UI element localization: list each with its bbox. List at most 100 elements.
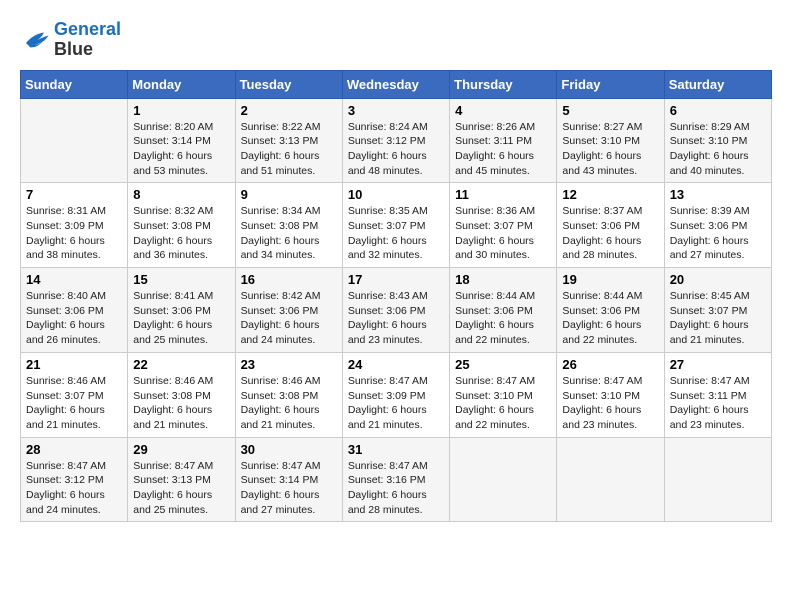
day-info: Sunrise: 8:34 AMSunset: 3:08 PMDaylight:… xyxy=(241,204,337,263)
day-info: Sunrise: 8:47 AMSunset: 3:10 PMDaylight:… xyxy=(562,374,658,433)
calendar-cell: 25 Sunrise: 8:47 AMSunset: 3:10 PMDayligh… xyxy=(450,352,557,437)
calendar-cell xyxy=(21,98,128,183)
day-info: Sunrise: 8:40 AMSunset: 3:06 PMDaylight:… xyxy=(26,289,122,348)
day-info: Sunrise: 8:47 AMSunset: 3:12 PMDaylight:… xyxy=(26,459,122,518)
day-number: 21 xyxy=(26,357,122,372)
day-number: 24 xyxy=(348,357,444,372)
calendar-week-2: 7 Sunrise: 8:31 AMSunset: 3:09 PMDaylight… xyxy=(21,183,772,268)
logo-text: GeneralBlue xyxy=(54,20,121,60)
day-number: 4 xyxy=(455,103,551,118)
weekday-header-friday: Friday xyxy=(557,70,664,98)
calendar-week-1: 1 Sunrise: 8:20 AMSunset: 3:14 PMDaylight… xyxy=(21,98,772,183)
day-info: Sunrise: 8:44 AMSunset: 3:06 PMDaylight:… xyxy=(455,289,551,348)
day-number: 31 xyxy=(348,442,444,457)
day-info: Sunrise: 8:32 AMSunset: 3:08 PMDaylight:… xyxy=(133,204,229,263)
day-number: 2 xyxy=(241,103,337,118)
day-info: Sunrise: 8:46 AMSunset: 3:08 PMDaylight:… xyxy=(241,374,337,433)
day-info: Sunrise: 8:22 AMSunset: 3:13 PMDaylight:… xyxy=(241,120,337,179)
day-number: 12 xyxy=(562,187,658,202)
calendar-cell: 1 Sunrise: 8:20 AMSunset: 3:14 PMDaylight… xyxy=(128,98,235,183)
day-info: Sunrise: 8:31 AMSunset: 3:09 PMDaylight:… xyxy=(26,204,122,263)
day-info: Sunrise: 8:27 AMSunset: 3:10 PMDaylight:… xyxy=(562,120,658,179)
day-info: Sunrise: 8:46 AMSunset: 3:07 PMDaylight:… xyxy=(26,374,122,433)
day-number: 15 xyxy=(133,272,229,287)
day-number: 8 xyxy=(133,187,229,202)
calendar-cell: 6 Sunrise: 8:29 AMSunset: 3:10 PMDaylight… xyxy=(664,98,771,183)
calendar-cell: 27Sunrise: 8:47 AMSunset: 3:11 PMDayligh… xyxy=(664,352,771,437)
day-number: 25 xyxy=(455,357,551,372)
calendar-header: SundayMondayTuesdayWednesdayThursdayFrid… xyxy=(21,70,772,98)
day-number: 3 xyxy=(348,103,444,118)
day-number: 19 xyxy=(562,272,658,287)
calendar-cell: 24 Sunrise: 8:47 AMSunset: 3:09 PMDayligh… xyxy=(342,352,449,437)
weekday-header-sunday: Sunday xyxy=(21,70,128,98)
calendar-week-4: 21 Sunrise: 8:46 AMSunset: 3:07 PMDayligh… xyxy=(21,352,772,437)
day-number: 1 xyxy=(133,103,229,118)
day-number: 5 xyxy=(562,103,658,118)
day-number: 13 xyxy=(670,187,766,202)
calendar-cell: 4 Sunrise: 8:26 AMSunset: 3:11 PMDaylight… xyxy=(450,98,557,183)
day-number: 22 xyxy=(133,357,229,372)
calendar-cell: 19Sunrise: 8:44 AMSunset: 3:06 PMDayligh… xyxy=(557,268,664,353)
calendar-cell: 23 Sunrise: 8:46 AMSunset: 3:08 PMDayligh… xyxy=(235,352,342,437)
calendar-cell: 30 Sunrise: 8:47 AMSunset: 3:14 PMDayligh… xyxy=(235,437,342,522)
day-info: Sunrise: 8:47 AMSunset: 3:09 PMDaylight:… xyxy=(348,374,444,433)
day-number: 18 xyxy=(455,272,551,287)
calendar-cell: 10 Sunrise: 8:35 AMSunset: 3:07 PMDayligh… xyxy=(342,183,449,268)
calendar-cell xyxy=(664,437,771,522)
day-number: 27 xyxy=(670,357,766,372)
calendar-cell: 20 Sunrise: 8:45 AMSunset: 3:07 PMDayligh… xyxy=(664,268,771,353)
weekday-header-row: SundayMondayTuesdayWednesdayThursdayFrid… xyxy=(21,70,772,98)
weekday-header-wednesday: Wednesday xyxy=(342,70,449,98)
weekday-header-thursday: Thursday xyxy=(450,70,557,98)
calendar-cell: 2 Sunrise: 8:22 AMSunset: 3:13 PMDaylight… xyxy=(235,98,342,183)
day-info: Sunrise: 8:36 AMSunset: 3:07 PMDaylight:… xyxy=(455,204,551,263)
day-number: 7 xyxy=(26,187,122,202)
calendar-cell: 17Sunrise: 8:43 AMSunset: 3:06 PMDayligh… xyxy=(342,268,449,353)
day-info: Sunrise: 8:45 AMSunset: 3:07 PMDaylight:… xyxy=(670,289,766,348)
day-info: Sunrise: 8:20 AMSunset: 3:14 PMDaylight:… xyxy=(133,120,229,179)
logo: GeneralBlue xyxy=(20,20,121,60)
day-info: Sunrise: 8:47 AMSunset: 3:14 PMDaylight:… xyxy=(241,459,337,518)
weekday-header-monday: Monday xyxy=(128,70,235,98)
calendar-week-5: 28 Sunrise: 8:47 AMSunset: 3:12 PMDayligh… xyxy=(21,437,772,522)
day-info: Sunrise: 8:39 AMSunset: 3:06 PMDaylight:… xyxy=(670,204,766,263)
calendar-cell: 5 Sunrise: 8:27 AMSunset: 3:10 PMDaylight… xyxy=(557,98,664,183)
day-number: 10 xyxy=(348,187,444,202)
day-number: 29 xyxy=(133,442,229,457)
calendar-body: 1 Sunrise: 8:20 AMSunset: 3:14 PMDaylight… xyxy=(21,98,772,522)
day-info: Sunrise: 8:43 AMSunset: 3:06 PMDaylight:… xyxy=(348,289,444,348)
day-number: 20 xyxy=(670,272,766,287)
day-info: Sunrise: 8:42 AMSunset: 3:06 PMDaylight:… xyxy=(241,289,337,348)
calendar-cell: 13 Sunrise: 8:39 AMSunset: 3:06 PMDayligh… xyxy=(664,183,771,268)
day-number: 16 xyxy=(241,272,337,287)
calendar-cell: 8 Sunrise: 8:32 AMSunset: 3:08 PMDaylight… xyxy=(128,183,235,268)
day-info: Sunrise: 8:41 AMSunset: 3:06 PMDaylight:… xyxy=(133,289,229,348)
calendar-cell: 31 Sunrise: 8:47 AMSunset: 3:16 PMDayligh… xyxy=(342,437,449,522)
logo-bird-icon xyxy=(20,28,50,52)
calendar-table: SundayMondayTuesdayWednesdayThursdayFrid… xyxy=(20,70,772,523)
day-number: 23 xyxy=(241,357,337,372)
page-header: GeneralBlue xyxy=(20,20,772,60)
calendar-cell: 18 Sunrise: 8:44 AMSunset: 3:06 PMDayligh… xyxy=(450,268,557,353)
calendar-cell: 21 Sunrise: 8:46 AMSunset: 3:07 PMDayligh… xyxy=(21,352,128,437)
day-info: Sunrise: 8:35 AMSunset: 3:07 PMDaylight:… xyxy=(348,204,444,263)
day-info: Sunrise: 8:47 AMSunset: 3:13 PMDaylight:… xyxy=(133,459,229,518)
day-number: 30 xyxy=(241,442,337,457)
day-info: Sunrise: 8:37 AMSunset: 3:06 PMDaylight:… xyxy=(562,204,658,263)
calendar-cell xyxy=(557,437,664,522)
day-info: Sunrise: 8:29 AMSunset: 3:10 PMDaylight:… xyxy=(670,120,766,179)
calendar-cell: 15 Sunrise: 8:41 AMSunset: 3:06 PMDayligh… xyxy=(128,268,235,353)
day-info: Sunrise: 8:47 AMSunset: 3:10 PMDaylight:… xyxy=(455,374,551,433)
calendar-cell: 12 Sunrise: 8:37 AMSunset: 3:06 PMDayligh… xyxy=(557,183,664,268)
day-number: 28 xyxy=(26,442,122,457)
calendar-cell: 14 Sunrise: 8:40 AMSunset: 3:06 PMDayligh… xyxy=(21,268,128,353)
day-number: 14 xyxy=(26,272,122,287)
day-number: 11 xyxy=(455,187,551,202)
day-number: 6 xyxy=(670,103,766,118)
calendar-cell: 29 Sunrise: 8:47 AMSunset: 3:13 PMDayligh… xyxy=(128,437,235,522)
calendar-cell: 16 Sunrise: 8:42 AMSunset: 3:06 PMDayligh… xyxy=(235,268,342,353)
day-info: Sunrise: 8:47 AMSunset: 3:16 PMDaylight:… xyxy=(348,459,444,518)
day-info: Sunrise: 8:26 AMSunset: 3:11 PMDaylight:… xyxy=(455,120,551,179)
day-number: 26 xyxy=(562,357,658,372)
